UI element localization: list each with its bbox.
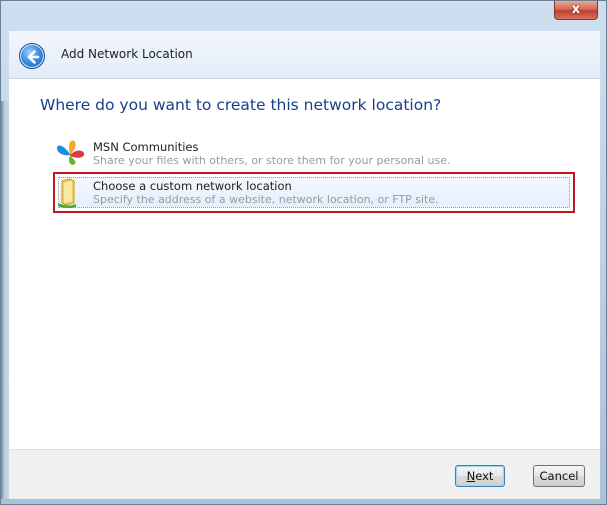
page-heading: Where do you want to create this network… [40,96,442,114]
option-title: Choose a custom network location [93,179,292,193]
next-button[interactable]: Next [455,465,505,487]
dialog-content: Where do you want to create this network… [9,79,600,449]
close-button[interactable]: x [554,1,598,20]
window-title: Add Network Location [61,47,193,61]
msn-butterfly-icon [57,140,85,165]
dialog-window: x Add Network Location Where do you want… [0,0,607,505]
option-description: Share your files with others, or store t… [93,154,451,167]
dialog-header: Add Network Location [9,31,600,79]
title-bar[interactable]: x [1,1,606,31]
window-edge [1,101,9,499]
dialog-footer: Next Cancel [9,449,600,499]
back-button[interactable] [19,43,45,69]
cancel-button[interactable]: Cancel [533,465,585,487]
back-arrow-icon [27,50,40,64]
folder-network-icon [58,178,76,209]
option-custom-network-location[interactable]: Choose a custom network location Specify… [56,175,572,212]
option-msn-communities[interactable]: MSN Communities Share your files with ot… [51,131,577,168]
option-title: MSN Communities [93,140,199,154]
option-description: Specify the address of a website, networ… [93,193,439,206]
